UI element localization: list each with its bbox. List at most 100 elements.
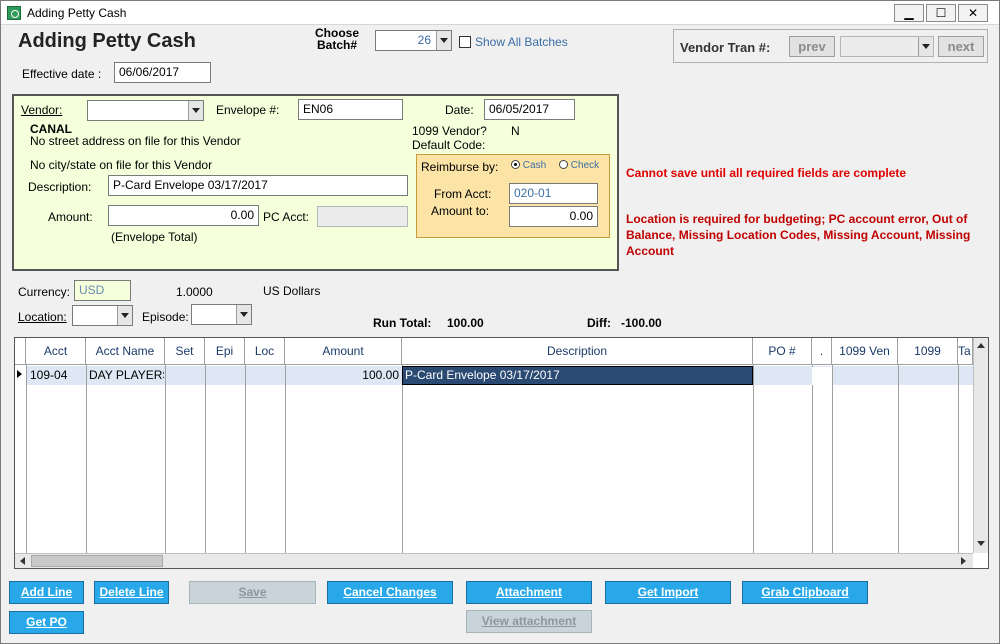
horizontal-scroll-thumb[interactable] (31, 555, 163, 567)
row-header-corner (15, 338, 26, 365)
currency-field[interactable]: USD (74, 280, 131, 301)
choose-batch-label: Choose Batch# (315, 26, 360, 52)
description-field[interactable]: P-Card Envelope 03/17/2017 (108, 175, 408, 196)
vendor-1099-label: 1099 Vendor? (412, 124, 487, 138)
grid-line (812, 365, 813, 553)
default-code-label: Default Code: (412, 138, 486, 152)
grid-line (86, 365, 87, 553)
run-total-label: Run Total: (373, 316, 432, 330)
episode-label: Episode: (142, 310, 189, 324)
reimburse-cash-option[interactable]: Cash (511, 160, 546, 171)
reimburse-label: Reimburse by: (421, 160, 499, 174)
scroll-down-icon[interactable] (977, 541, 985, 546)
vendor-tran-select[interactable] (840, 36, 934, 57)
envelope-field[interactable]: EN06 (298, 99, 403, 120)
reimburse-panel: Reimburse by: Cash Check From Acct: 020-… (416, 154, 610, 238)
delete-line-button[interactable]: Delete Line (94, 581, 169, 604)
cell-amount[interactable]: 100.00 (287, 367, 399, 384)
vendor-tran-panel: Vendor Tran #: prev next (673, 29, 988, 63)
from-acct-label: From Acct: (434, 187, 492, 201)
column-header-po[interactable]: PO # (753, 338, 812, 365)
batch-select[interactable]: 26 (375, 30, 452, 51)
effective-date-field[interactable]: 06/06/2017 (114, 62, 211, 83)
next-button[interactable]: next (938, 36, 984, 57)
reimburse-check-option[interactable]: Check (559, 160, 599, 171)
vendor-street: No street address on file for this Vendo… (30, 134, 241, 148)
run-total-value: 100.00 (447, 316, 484, 330)
add-line-button[interactable]: Add Line (9, 581, 84, 604)
column-header-acct[interactable]: Acct (26, 338, 86, 365)
grid-line (245, 365, 246, 553)
show-all-batches-label[interactable]: Show All Batches (475, 35, 568, 49)
scroll-right-icon[interactable] (961, 557, 966, 565)
column-header-amount[interactable]: Amount (285, 338, 402, 365)
chevron-down-icon[interactable] (188, 101, 203, 120)
vendor-select[interactable] (87, 100, 204, 121)
envelope-total-label: (Envelope Total) (111, 230, 198, 244)
episode-select[interactable] (191, 304, 252, 325)
close-button[interactable]: ✕ (958, 4, 988, 22)
vertical-scrollbar[interactable] (973, 338, 988, 553)
amount-to-field[interactable]: 0.00 (509, 206, 598, 227)
grid-line (285, 365, 286, 553)
location-label: Location: (18, 310, 67, 324)
vendor-1099-value: N (511, 124, 520, 138)
window-title: Adding Petty Cash (27, 6, 127, 20)
vendor-tran-label: Vendor Tran #: (680, 40, 771, 55)
cancel-changes-button[interactable]: Cancel Changes (327, 581, 453, 604)
petty-cash-window: Adding Petty Cash ▁ ☐ ✕ Adding Petty Cas… (0, 0, 1000, 644)
grid-line (832, 365, 833, 553)
column-header-acct-name[interactable]: Acct Name (86, 338, 165, 365)
column-header-loc[interactable]: Loc (245, 338, 285, 365)
cell-acct[interactable]: 109-04 (30, 367, 85, 384)
amount-field[interactable]: 0.00 (108, 205, 259, 226)
column-header-set[interactable]: Set (165, 338, 205, 365)
grab-clipboard-button[interactable]: Grab Clipboard (742, 581, 868, 604)
journal-grid[interactable]: Acct Acct Name Set Epi Loc Amount Descri… (14, 337, 989, 569)
date-label: Date: (445, 103, 474, 117)
horizontal-scrollbar[interactable] (15, 553, 973, 568)
chevron-down-icon[interactable] (918, 37, 933, 56)
from-acct-field[interactable]: 020-01 (509, 183, 598, 204)
diff-value: -100.00 (621, 316, 662, 330)
prev-button[interactable]: prev (789, 36, 835, 57)
minimize-button[interactable]: ▁ (894, 4, 924, 22)
column-header-1099-ven[interactable]: 1099 Ven (832, 338, 898, 365)
column-header-epi[interactable]: Epi (205, 338, 245, 365)
grid-line (898, 365, 899, 553)
column-header-1099[interactable]: 1099 (898, 338, 958, 365)
amount-to-label: Amount to: (431, 204, 490, 218)
column-header-dot[interactable]: . (812, 338, 832, 365)
page-heading: Adding Petty Cash (18, 30, 196, 52)
cell-acct-name[interactable]: DAY PLAYERS (89, 367, 164, 384)
chevron-down-icon[interactable] (236, 305, 251, 324)
cell-dot[interactable] (812, 367, 832, 385)
pc-acct-field[interactable] (317, 206, 408, 227)
save-button[interactable]: Save (189, 581, 316, 604)
maximize-button[interactable]: ☐ (926, 4, 956, 22)
effective-date-label: Effective date : (22, 67, 102, 81)
attachment-button[interactable]: Attachment (466, 581, 592, 604)
diff-label: Diff: (587, 316, 611, 330)
column-header-ta[interactable]: Ta (958, 338, 973, 365)
location-select[interactable] (72, 305, 133, 326)
get-import-button[interactable]: Get Import (605, 581, 731, 604)
cell-description-editing[interactable]: P-Card Envelope 03/17/2017 (402, 366, 753, 385)
radio-selected-icon[interactable] (511, 160, 520, 169)
grid-line (958, 365, 959, 553)
grid-line (402, 365, 403, 553)
scroll-left-icon[interactable] (20, 557, 25, 565)
radio-unselected-icon[interactable] (559, 160, 568, 169)
required-fields-error: Cannot save until all required fields ar… (626, 166, 907, 180)
get-po-button[interactable]: Get PO (9, 611, 84, 634)
scroll-up-icon[interactable] (977, 343, 985, 348)
chevron-down-icon[interactable] (436, 31, 451, 50)
view-attachment-button[interactable]: View attachment (466, 610, 592, 633)
date-field[interactable]: 06/05/2017 (484, 99, 575, 120)
column-header-description[interactable]: Description (402, 338, 753, 365)
show-all-batches-checkbox[interactable] (459, 36, 471, 48)
chevron-down-icon[interactable] (117, 306, 132, 325)
grid-line (753, 365, 754, 553)
check-label: Check (570, 160, 600, 171)
vendor-city-state: No city/state on file for this Vendor (30, 158, 213, 172)
